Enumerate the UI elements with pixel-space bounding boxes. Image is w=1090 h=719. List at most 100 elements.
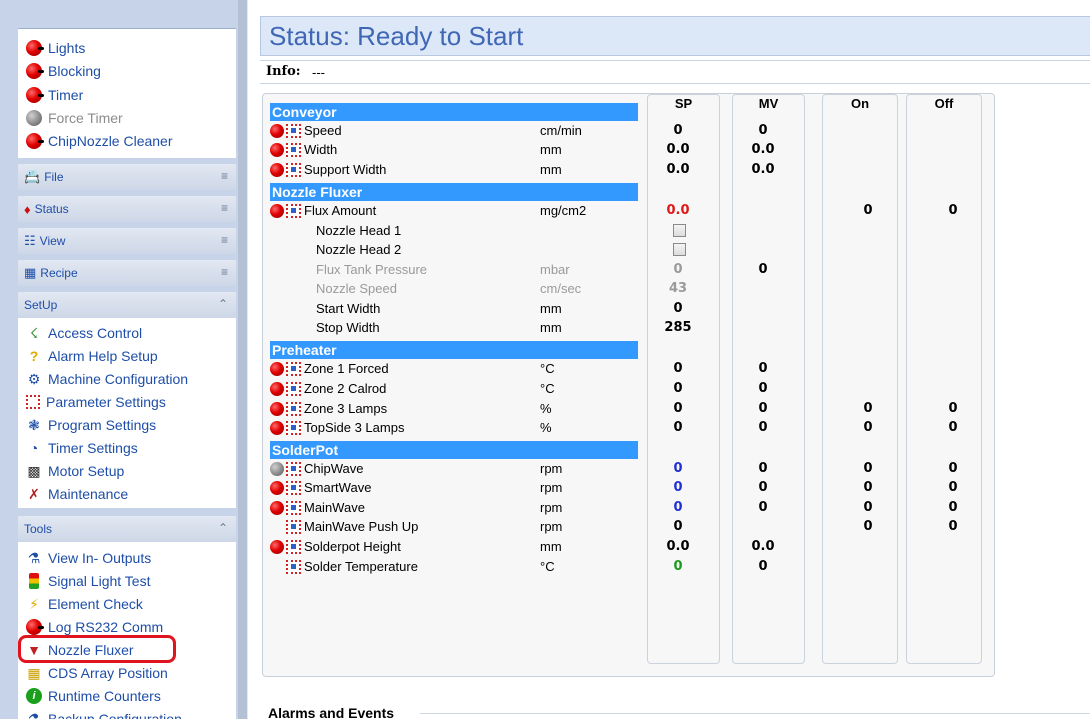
red-ball-icon[interactable] xyxy=(270,402,284,416)
parameter-icon[interactable] xyxy=(286,163,301,177)
row-solderpot-height[interactable]: Solderpot Height mm 0.0 0.0 xyxy=(270,538,990,557)
group-label: View xyxy=(39,234,66,248)
parameter-icon[interactable] xyxy=(286,402,301,416)
off-header: Off xyxy=(934,96,954,111)
group-view[interactable]: ☷ View ≡ xyxy=(18,228,236,254)
nav-backup-configuration[interactable]: ⚗ Backup Configuration xyxy=(26,708,182,719)
nav-blocking[interactable]: Blocking xyxy=(26,60,101,82)
nav-runtime-counters[interactable]: i Runtime Counters xyxy=(26,685,161,707)
red-ball-icon[interactable] xyxy=(270,481,284,495)
nav-timer-settings[interactable]: ◔ Timer Settings xyxy=(26,437,138,459)
row-stop-width[interactable]: Stop Width mm 285 xyxy=(270,319,990,338)
sp-value[interactable]: 0 xyxy=(653,461,703,476)
parameter-icon[interactable] xyxy=(286,501,301,515)
sp-value[interactable]: 0 xyxy=(653,301,703,316)
nav-cds-array-position[interactable]: ▦ CDS Array Position xyxy=(26,662,167,684)
nav-maintenance[interactable]: ✗ Maintenance xyxy=(26,483,128,505)
sidebar-scroll-strip[interactable] xyxy=(238,0,247,719)
red-ball-icon[interactable] xyxy=(270,382,284,396)
group-recipe[interactable]: ▦ Recipe ≡ xyxy=(18,260,236,286)
nozzle-head-2-checkbox[interactable] xyxy=(673,243,686,256)
sp-value[interactable]: 0 xyxy=(653,480,703,495)
nav-motor-setup[interactable]: ▩ Motor Setup xyxy=(26,460,124,482)
red-ball-icon[interactable] xyxy=(270,362,284,376)
nav-lights[interactable]: Lights xyxy=(26,37,85,59)
lightning-icon: ⚡ xyxy=(29,596,39,612)
nav-parameter-settings[interactable]: Parameter Settings xyxy=(26,391,166,413)
nozzle-head-1-checkbox[interactable] xyxy=(673,224,686,237)
sp-value[interactable]: 0 xyxy=(653,500,703,515)
red-ball-icon[interactable] xyxy=(270,143,284,157)
group-label: Tools xyxy=(24,522,53,536)
sp-value[interactable]: 0.0 xyxy=(653,203,703,218)
red-ball-icon[interactable] xyxy=(270,501,284,515)
sp-value[interactable]: 0.0 xyxy=(653,539,703,554)
row-flux-amount[interactable]: Flux Amount mg/cm2 0.0 0 0 xyxy=(270,202,990,221)
nav-force-timer[interactable]: Force Timer xyxy=(26,107,123,129)
sp-value[interactable]: 285 xyxy=(653,320,703,335)
row-nozzle-head-2[interactable]: Nozzle Head 2 xyxy=(270,241,990,260)
nav-label: Backup Configuration xyxy=(48,711,182,719)
sp-value[interactable]: 0 xyxy=(653,559,703,574)
row-solder-temperature[interactable]: Solder Temperature °C 0 0 xyxy=(270,558,990,577)
row-zone2-calrod[interactable]: Zone 2 Calrod °C 0 0 xyxy=(270,380,990,399)
parameter-icon[interactable] xyxy=(286,462,301,476)
param-label: Flux Amount xyxy=(304,203,377,218)
sp-value[interactable]: 0.0 xyxy=(653,162,703,177)
row-width[interactable]: Width mm 0.0 0.0 xyxy=(270,141,990,160)
nav-access-control[interactable]: ☇ Access Control xyxy=(26,322,142,344)
row-mainwave-push-up[interactable]: MainWave Push Up rpm 0 0 0 xyxy=(270,518,990,537)
parameter-icon[interactable] xyxy=(286,204,301,218)
sp-value[interactable]: 0 xyxy=(653,401,703,416)
parameter-icon[interactable] xyxy=(286,124,301,138)
parameter-icon[interactable] xyxy=(286,520,301,534)
chevron-down-icon: ≡ xyxy=(220,201,228,215)
parameter-icon[interactable] xyxy=(286,481,301,495)
nav-signal-light-test[interactable]: Signal Light Test xyxy=(26,570,150,592)
group-tools[interactable]: Tools ⌃ xyxy=(18,516,236,542)
backup-icon: ⚗ xyxy=(27,711,41,719)
row-mainwave[interactable]: MainWave rpm 0 0 0 0 xyxy=(270,499,990,518)
row-zone3-lamps[interactable]: Zone 3 Lamps % 0 0 0 0 xyxy=(270,400,990,419)
nav-program-settings[interactable]: ❃ Program Settings xyxy=(26,414,156,436)
row-flux-tank-pressure: Flux Tank Pressure mbar 0 0 xyxy=(270,261,990,280)
red-ball-icon[interactable] xyxy=(270,204,284,218)
parameter-icon[interactable] xyxy=(286,143,301,157)
group-file[interactable]: 📇 File ≡ xyxy=(18,164,236,190)
sp-value[interactable]: 0 xyxy=(653,123,703,138)
nav-timer[interactable]: Timer xyxy=(26,84,83,106)
nav-machine-configuration[interactable]: ⚙ Machine Configuration xyxy=(26,368,188,390)
red-ball-icon[interactable] xyxy=(270,124,284,138)
row-speed[interactable]: Speed cm/min 0 0 xyxy=(270,122,990,141)
red-ball-icon[interactable] xyxy=(270,163,284,177)
nav-element-check[interactable]: ⚡ Element Check xyxy=(26,593,143,615)
red-ball-icon[interactable] xyxy=(270,540,284,554)
row-zone1-forced[interactable]: Zone 1 Forced °C 0 0 xyxy=(270,360,990,379)
row-nozzle-head-1[interactable]: Nozzle Head 1 xyxy=(270,222,990,241)
row-chipwave[interactable]: ChipWave rpm 0 0 0 0 xyxy=(270,460,990,479)
machine-icon: ⚙ xyxy=(27,371,41,387)
gray-ball-icon[interactable] xyxy=(270,462,284,476)
group-status[interactable]: ♦ Status ≡ xyxy=(18,196,236,222)
nav-chipnozzle-cleaner[interactable]: ChipNozzle Cleaner xyxy=(26,130,173,152)
red-ball-icon[interactable] xyxy=(270,421,284,435)
row-start-width[interactable]: Start Width mm 0 xyxy=(270,300,990,319)
program-icon: ❃ xyxy=(28,417,40,433)
row-smartwave[interactable]: SmartWave rpm 0 0 0 0 xyxy=(270,479,990,498)
sp-value[interactable]: 0 xyxy=(653,361,703,376)
row-support-width[interactable]: Support Width mm 0.0 0.0 xyxy=(270,161,990,180)
parameter-icon[interactable] xyxy=(286,421,301,435)
parameter-icon[interactable] xyxy=(286,560,301,574)
sp-value[interactable]: 0 xyxy=(653,519,703,534)
sp-value[interactable]: 0.0 xyxy=(653,142,703,157)
nav-view-in-outputs[interactable]: ⚗ View In- Outputs xyxy=(26,547,152,569)
nav-alarm-help-setup[interactable]: ? Alarm Help Setup xyxy=(26,345,158,367)
parameter-icon[interactable] xyxy=(286,362,301,376)
parameter-icon[interactable] xyxy=(286,382,301,396)
row-topside3-lamps[interactable]: TopSide 3 Lamps % 0 0 0 0 xyxy=(270,419,990,438)
group-setup[interactable]: SetUp ⌃ xyxy=(18,292,236,318)
parameter-icon[interactable] xyxy=(286,540,301,554)
sp-value[interactable]: 0 xyxy=(653,420,703,435)
param-label: Zone 3 Lamps xyxy=(304,401,388,416)
sp-value[interactable]: 0 xyxy=(653,381,703,396)
